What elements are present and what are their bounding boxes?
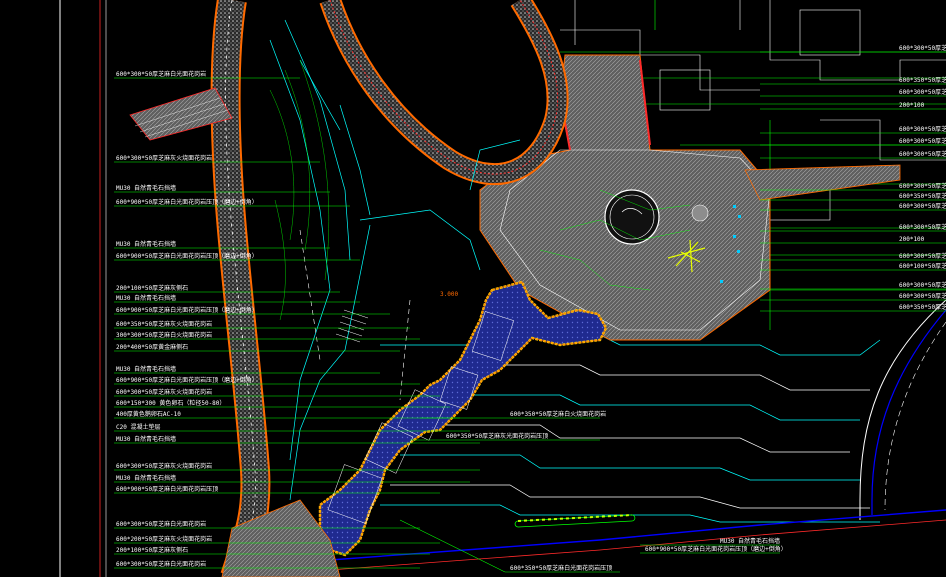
left-label: 600*300*50厚芝麻白光面花岗岩 — [116, 520, 206, 528]
left-label: 600*900*50厚芝麻白光面花岗岩压顶（磨边+倒角） — [116, 198, 258, 206]
right-label: 600*300*50厚芝麻 — [899, 125, 946, 133]
small-tree-circle — [691, 204, 709, 222]
bottom-label-2: 600*900*50厚芝麻白光面花岗岩压顶（磨边+倒角） — [645, 545, 787, 553]
left-label: MU30 自然青毛石挡墙 — [116, 474, 176, 482]
left-label: MU30 自然青毛石挡墙 — [116, 435, 176, 443]
elevation-tag: 3.000 — [440, 291, 458, 298]
left-label: MU30 自然青毛石挡墙 — [116, 294, 176, 302]
left-label: 600*900*50厚芝麻白光面花岗岩压顶（磨边+倒角） — [116, 252, 258, 260]
right-label: 600*300*50厚芝麻 — [899, 223, 946, 231]
right-label: 600*300*50厚芝麻 — [899, 281, 946, 289]
left-label: 600*300*50厚芝麻灰火烧面花岗岩 — [116, 462, 212, 470]
left-label: 600*200*50厚芝麻灰火烧面花岗岩 — [116, 535, 212, 543]
left-label: 400厚黄色鹅卵石AC-10 — [116, 410, 181, 418]
right-label: 600*300*50厚芝麻 — [899, 252, 946, 260]
left-label: 200*100*50厚芝麻灰侧石 — [116, 284, 188, 292]
left-label: 600*150*300 黄色卵石（粒径50-80） — [116, 399, 225, 407]
left-label: 200*100*50厚芝麻灰侧石 — [116, 546, 188, 554]
left-label: 600*900*50厚芝麻白光面花岗岩压顶（磨边+倒角） — [116, 376, 258, 384]
left-border-lines — [59, 0, 107, 577]
terrace-bands — [380, 334, 881, 523]
left-label: MU30 自然青毛石挡墙 — [116, 365, 176, 373]
right-label: 600*100*50厚芝麻 — [899, 262, 946, 270]
terrain-contours — [269, 59, 330, 321]
right-label: 600*300*50厚芝麻 — [899, 182, 946, 190]
right-label: 600*300*50厚芝麻 — [899, 150, 946, 158]
left-label: MU30 自然青毛石挡墙 — [116, 240, 176, 248]
plan-drawing: 600*300*50厚芝麻白光面花岗岩 600*300*50厚芝麻灰火烧面花岗岩 M… — [59, 0, 946, 577]
cad-landscape-plan: 600*300*50厚芝麻白光面花岗岩 600*300*50厚芝麻灰火烧面花岗岩 M… — [0, 0, 946, 577]
bottom-label-3: 600*350*50厚芝麻白光面花岗岩压顶 — [510, 564, 612, 572]
right-label: 200*100 — [899, 102, 925, 109]
left-label: 600*300*50厚芝麻灰火烧面花岗岩 — [116, 388, 212, 396]
left-walkway — [210, 0, 271, 577]
left-label: C20 混凝土垫层 — [116, 423, 160, 431]
bench-strip — [514, 514, 636, 528]
left-label: 600*900*50厚芝麻白光面花岗岩压顶（磨边+倒角） — [116, 306, 258, 314]
left-label: 600*300*50厚芝麻灰火烧面花岗岩 — [116, 154, 212, 162]
left-label: 600*300*50厚芝麻白光面花岗岩 — [116, 560, 206, 568]
center-label-2: 600*350*50厚芝麻灰光面花岗岩压顶 — [446, 432, 548, 440]
bottom-label-1: MU30 自然青毛石挡墙 — [720, 537, 780, 545]
right-label: 600*300*50厚芝麻 — [899, 137, 946, 145]
right-label: 200*100 — [899, 236, 925, 243]
dashed-guides — [299, 229, 411, 401]
right-label: 600*350*50厚芝麻 — [899, 192, 946, 200]
right-label: 600*300*50厚芝麻 — [899, 202, 946, 210]
left-label: 600*350*50厚芝麻灰火烧面花岗岩 — [116, 320, 212, 328]
left-label: 600*300*50厚芝麻白光面花岗岩 — [116, 70, 206, 78]
center-label-1: 600*350*50厚芝麻白火烧面花岗岩 — [510, 410, 606, 418]
plaza-steps-right — [744, 164, 901, 201]
left-label: 600*900*50厚芝麻白光面花岗岩压顶 — [116, 485, 218, 493]
left-label: MU30 自然青毛石挡墙 — [116, 184, 176, 192]
right-label: 600*300*50厚芝麻 — [899, 88, 946, 96]
serpentine-path — [319, 0, 569, 186]
right-label: 600*300*50厚芝麻 — [899, 292, 946, 300]
right-label: 600*300*50厚芝麻 — [899, 44, 946, 52]
left-label: 300*300*50厚芝麻白火烧面花岗岩 — [116, 331, 212, 339]
right-label: 600*350*50厚芝麻 — [899, 76, 946, 84]
left-label: 200*400*50厚黄金麻侧石 — [116, 343, 188, 351]
right-label: 600*350*50厚芝麻 — [899, 303, 946, 311]
